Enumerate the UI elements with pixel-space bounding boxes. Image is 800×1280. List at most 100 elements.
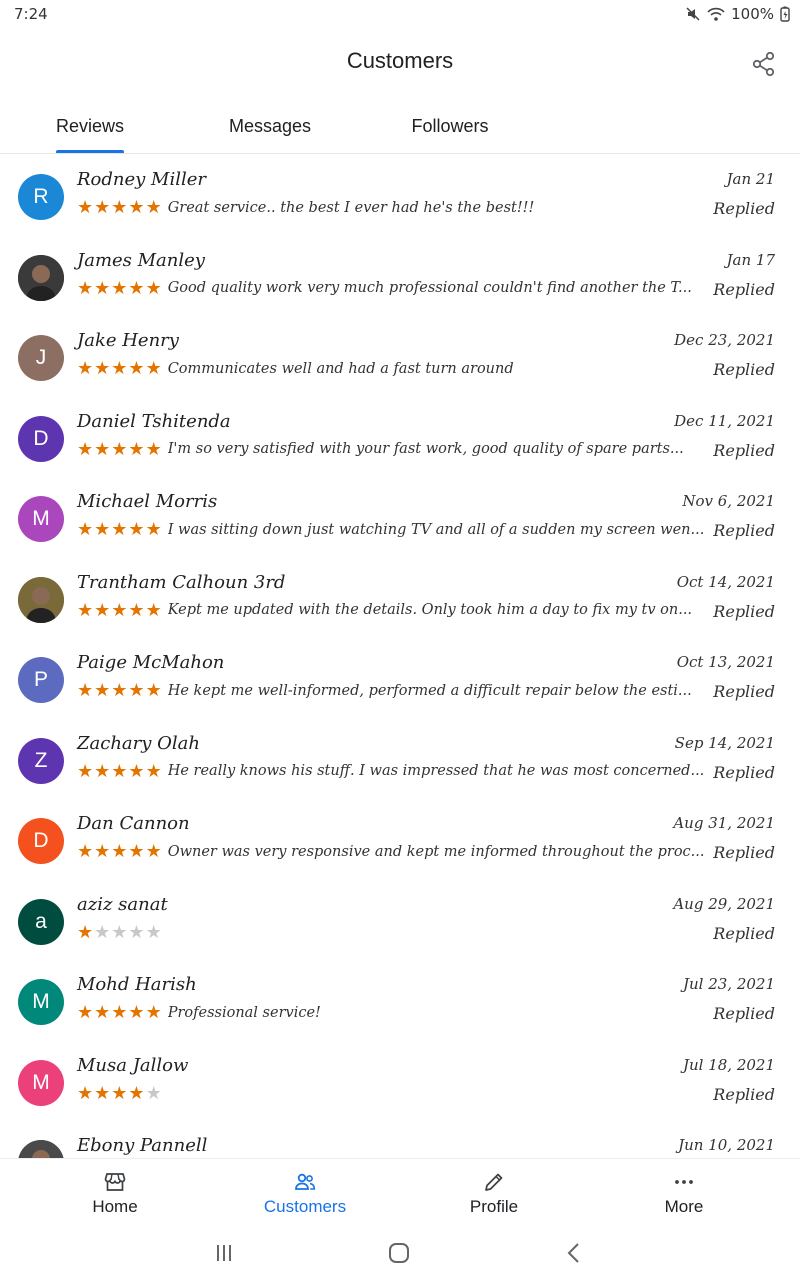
reply-status: Replied <box>713 1084 775 1104</box>
home-icon <box>389 1243 409 1263</box>
review-row[interactable]: M Michael Morris Nov 6, 2021 ★★★★★ I was sit… <box>0 477 800 557</box>
review-row[interactable]: D Dan Cannon Aug 31, 2021 ★★★★★ Owner was ve… <box>0 799 800 879</box>
review-date: Jan 17 <box>726 250 775 269</box>
review-row[interactable]: D Daniel Tshitenda Dec 11, 2021 ★★★★★ I'm so… <box>0 397 800 477</box>
review-row[interactable]: M Mohd Harish Jul 23, 2021 ★★★★★ Professiona… <box>0 960 800 1040</box>
reply-status: Replied <box>713 360 775 379</box>
review-list[interactable]: R Rodney Miller Jan 21 ★★★★★ Great service..… <box>0 155 800 1158</box>
more-horizontal-icon <box>675 1179 693 1184</box>
star-icon: ★ <box>128 277 146 299</box>
star-icon: ★ <box>77 197 95 218</box>
people-icon <box>295 1173 316 1190</box>
person-photo-icon <box>18 1140 64 1158</box>
star-icon: ★ <box>128 358 146 379</box>
avatar: M <box>18 496 64 542</box>
review-summary: ★★★★★ I was sitting down just watching TV… <box>77 519 707 540</box>
review-row[interactable]: Trantham Calhoun 3rd Oct 14, 2021 ★★★★★ Kep… <box>0 558 800 638</box>
review-row[interactable]: R Rodney Miller Jan 21 ★★★★★ Great service..… <box>0 155 800 235</box>
share-button[interactable] <box>750 50 778 78</box>
review-date: Jul 23, 2021 <box>682 975 775 993</box>
nav-more[interactable]: More <box>589 1159 779 1227</box>
reply-status: Replied <box>713 199 775 218</box>
nav-customers[interactable]: Customers <box>210 1159 400 1227</box>
star-icon: ★ <box>94 358 112 379</box>
review-text: Kept me updated with the details. Only t… <box>167 602 693 618</box>
review-summary: ★★★★★ Communicates well and had a fast tu… <box>77 358 707 379</box>
star-rating: ★★★★★ <box>77 680 163 701</box>
star-rating: ★★★★★ <box>77 439 163 460</box>
nav-profile[interactable]: Profile <box>399 1159 589 1227</box>
review-date: Aug 31, 2021 <box>673 814 775 832</box>
reviewer-name: Rodney Miller <box>77 169 207 190</box>
star-icon: ★ <box>77 680 95 701</box>
bottom-navigation: Home Customers Profile More <box>0 1158 800 1226</box>
recent-apps-button[interactable] <box>209 1240 239 1266</box>
reviewer-name: aziz sanat <box>77 893 168 915</box>
page-title: Customers <box>346 48 454 73</box>
review-row[interactable]: James Manley Jan 17 ★★★★★ Good quality work… <box>0 236 800 316</box>
system-navigation-bar <box>0 1226 800 1280</box>
status-icons: 100% <box>685 5 790 23</box>
tab-followers[interactable]: Followers <box>385 98 515 154</box>
reply-status: Replied <box>713 1004 775 1023</box>
star-icon: ★ <box>77 841 95 862</box>
review-row[interactable]: Z Zachary Olah Sep 14, 2021 ★★★★★ He really … <box>0 719 800 799</box>
star-icon: ★ <box>145 1082 163 1104</box>
avatar: D <box>18 818 64 864</box>
review-summary: ★★★★★ Professional service! <box>77 1002 707 1023</box>
star-icon: ★ <box>111 921 129 943</box>
reviewer-name: Zachary Olah <box>77 732 200 754</box>
review-date: Jan 21 <box>726 170 775 188</box>
reply-status: Replied <box>713 843 775 862</box>
star-rating: ★★★★★ <box>77 197 163 218</box>
review-row[interactable]: Ebony PannellJun 10, 2021★★★★★ <box>0 1121 800 1158</box>
reviewer-name: Dan Cannon <box>77 813 190 834</box>
star-icon: ★ <box>111 519 129 540</box>
reply-status: Replied <box>713 440 775 460</box>
nav-home[interactable]: Home <box>20 1159 210 1227</box>
review-summary: ★★★★★ <box>77 1083 707 1104</box>
review-date: Jul 18, 2021 <box>682 1055 775 1074</box>
tab-reviews[interactable]: Reviews <box>30 98 150 154</box>
review-text: Owner was very responsive and kept me in… <box>167 843 705 860</box>
star-icon: ★ <box>145 599 163 621</box>
star-icon: ★ <box>128 599 146 621</box>
star-icon: ★ <box>94 519 112 540</box>
reviewer-name: Michael Morris <box>77 491 218 512</box>
review-summary: ★★★★★ I'm so very satisfied with your fas… <box>77 439 707 460</box>
battery-text: 100% <box>731 5 774 23</box>
back-button[interactable] <box>559 1240 589 1266</box>
review-row[interactable]: J Jake Henry Dec 23, 2021 ★★★★★ Communicates… <box>0 316 800 396</box>
star-rating: ★★★★★ <box>77 600 163 621</box>
reviewer-name: Ebony Pannell <box>77 1135 208 1156</box>
star-rating: ★★★★★ <box>77 358 163 379</box>
star-icon: ★ <box>145 277 163 299</box>
star-icon: ★ <box>94 1082 112 1104</box>
wifi-icon <box>707 7 725 21</box>
reply-status: Replied <box>713 279 775 299</box>
star-rating: ★★★★★ <box>77 1083 163 1104</box>
review-summary: ★★★★★ <box>77 922 707 943</box>
star-icon: ★ <box>111 599 129 621</box>
star-rating: ★★★★★ <box>77 922 163 943</box>
tab-messages[interactable]: Messages <box>205 98 335 154</box>
review-row[interactable]: M Musa Jallow Jul 18, 2021 ★★★★★ Replied <box>0 1041 800 1121</box>
star-icon: ★ <box>145 921 163 943</box>
home-button[interactable] <box>384 1240 414 1266</box>
review-text: Great service.. the best I ever had he's… <box>167 199 535 216</box>
reviewer-name: Paige McMahon <box>77 652 225 673</box>
review-date: Dec 23, 2021 <box>674 331 775 349</box>
star-icon: ★ <box>128 921 146 943</box>
star-icon: ★ <box>94 921 112 943</box>
review-row[interactable]: a aziz sanat Aug 29, 2021 ★★★★★ Replied <box>0 880 800 960</box>
person-photo-icon <box>18 576 64 623</box>
star-icon: ★ <box>77 760 95 782</box>
review-row[interactable]: P Paige McMahon Oct 13, 2021 ★★★★★ He kept m… <box>0 638 800 718</box>
app-bar: Customers <box>0 28 800 98</box>
star-icon: ★ <box>111 358 129 379</box>
star-icon: ★ <box>94 841 112 862</box>
review-date: Jun 10, 2021 <box>678 1136 775 1154</box>
star-icon: ★ <box>145 1002 163 1023</box>
reviewer-name: Daniel Tshitenda <box>77 410 231 432</box>
star-icon: ★ <box>128 1002 146 1023</box>
